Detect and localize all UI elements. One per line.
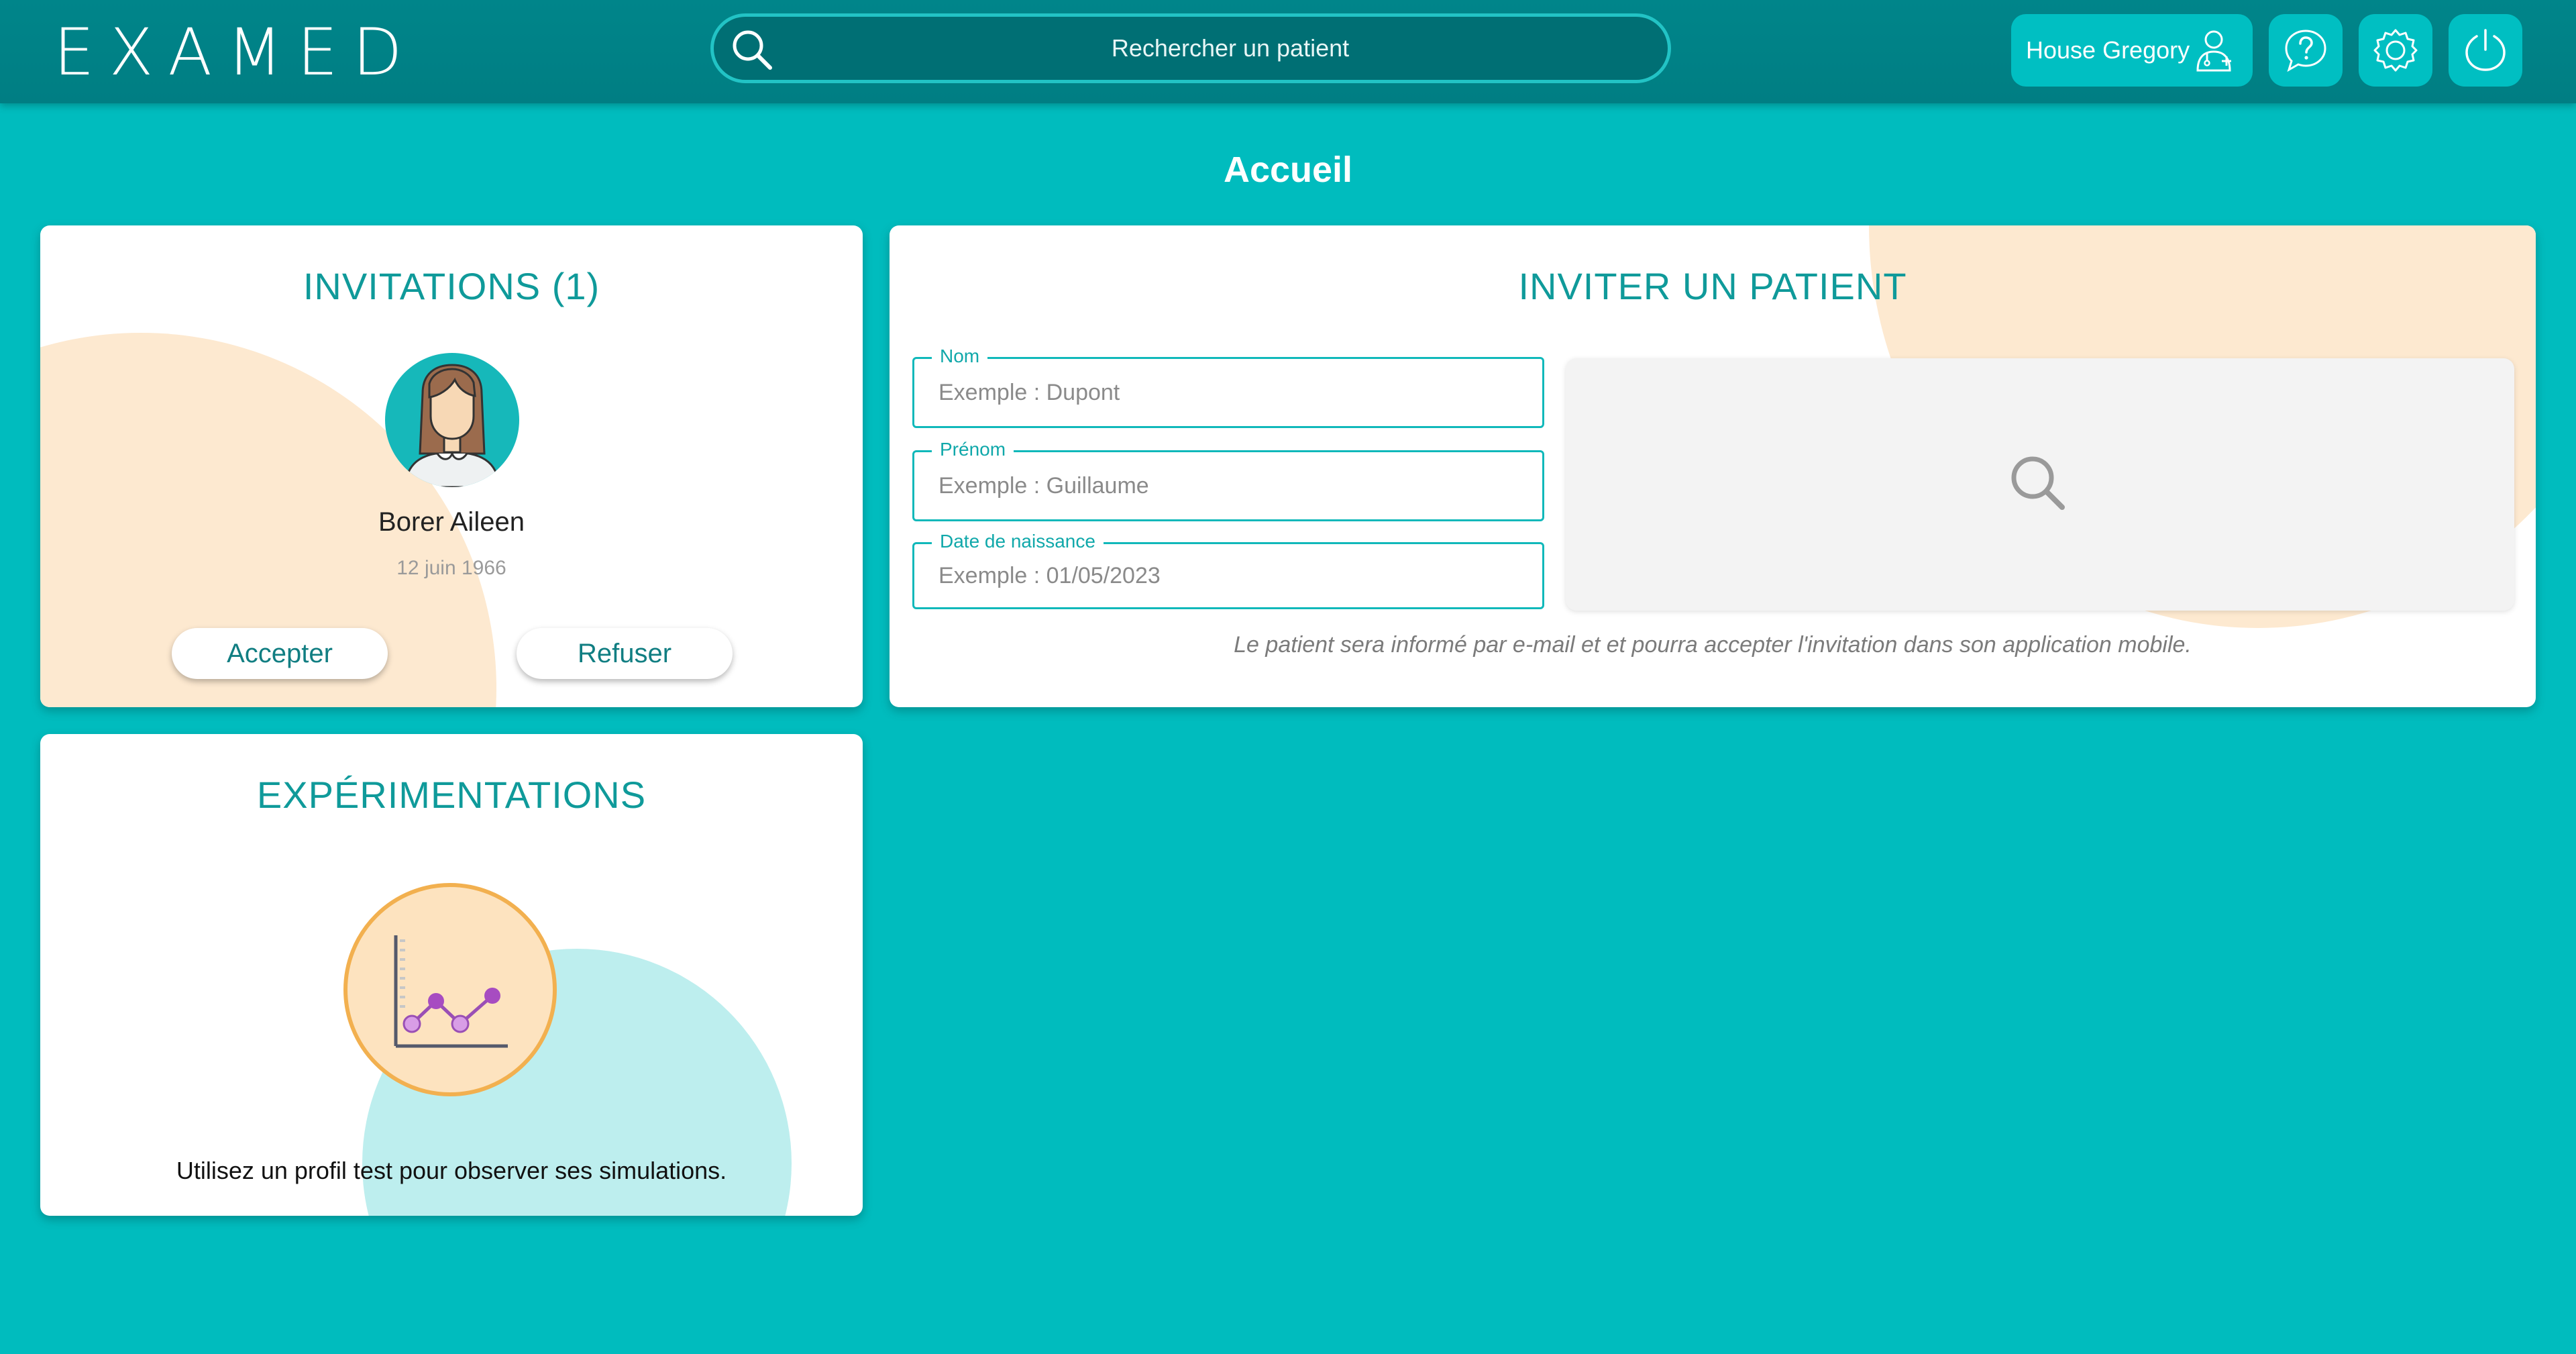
settings-icon — [2373, 29, 2418, 72]
prenom-field[interactable]: Prénom — [912, 439, 1544, 521]
search-input[interactable] — [788, 17, 1673, 80]
app-logo[interactable]: EXAMED — [54, 19, 417, 86]
settings-button[interactable] — [2359, 14, 2432, 87]
avatar-icon — [385, 353, 519, 487]
help-button[interactable] — [2269, 14, 2343, 87]
nom-input[interactable] — [938, 359, 1529, 426]
nom-field[interactable]: Nom — [912, 346, 1544, 428]
user-profile-button[interactable]: House Gregory — [2011, 14, 2253, 87]
patient-search[interactable] — [710, 13, 1673, 83]
user-doctor-icon — [2196, 30, 2231, 72]
chart-icon[interactable] — [342, 882, 558, 1098]
invite-patient-card: INVITER UN PATIENT Nom Prénom Date de na… — [890, 225, 2536, 707]
invitations-title: INVITATIONS (1) — [303, 265, 600, 307]
experimentations-text: Utilisez un profil test pour observer se… — [176, 1157, 727, 1184]
user-name: House Gregory — [2026, 36, 2190, 64]
invitation-patient-name: Borer Aileen — [378, 507, 525, 537]
birth-date-input[interactable] — [938, 544, 1529, 607]
accept-button[interactable]: Accepter — [172, 628, 388, 679]
help-icon — [2285, 30, 2326, 72]
top-bar: EXAMED House Gregory — [0, 0, 2576, 103]
experimentations-title: EXPÉRIMENTATIONS — [256, 774, 647, 816]
page-title: Accueil — [1223, 150, 1353, 190]
birth-date-field[interactable]: Date de naissance — [912, 531, 1544, 609]
power-icon — [2465, 29, 2506, 71]
logout-button[interactable] — [2449, 14, 2522, 87]
search-icon — [2011, 456, 2065, 510]
invitations-card: INVITATIONS (1) Borer Aileen 12 juin 196… — [40, 225, 863, 707]
search-icon — [733, 30, 772, 70]
prenom-input[interactable] — [938, 452, 1529, 519]
invite-info-note: Le patient sera informé par e-mail et et… — [1234, 632, 2192, 658]
invite-patient-title: INVITER UN PATIENT — [1518, 265, 1907, 307]
experimentations-card[interactable]: EXPÉRIMENTATIONS Utilisez un profil test… — [40, 734, 863, 1216]
invitation-birth-date: 12 juin 1966 — [396, 557, 506, 579]
search-results-panel — [1566, 358, 2514, 611]
refuse-button[interactable]: Refuser — [517, 628, 733, 679]
